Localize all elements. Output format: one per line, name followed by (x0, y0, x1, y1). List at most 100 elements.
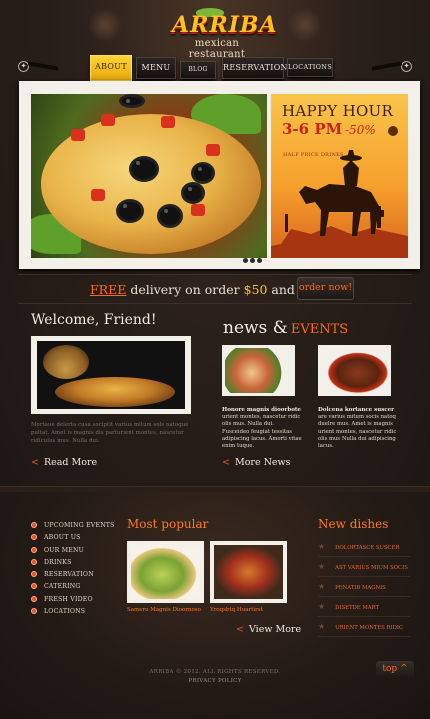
footer-link-locations[interactable]: LOCATIONS (31, 608, 115, 620)
footer-link-upcoming-events[interactable]: UPCOMING EVENTS (31, 522, 115, 534)
nav-wing-left: ✦ (18, 61, 58, 72)
slider-dot[interactable] (250, 258, 255, 263)
new-dish-item[interactable]: ★ DISETDE MART (318, 597, 410, 617)
nav-locations[interactable]: LOCATIONS (287, 58, 333, 77)
star-icon: ✦ (401, 61, 412, 72)
popular-caption[interactable]: Yroqsbtq Huartirst (210, 607, 263, 613)
new-dish-label: DOLORTASCE SUSCER (335, 545, 400, 551)
welcome-heading: Welcome, Friend! (31, 312, 157, 328)
news-amp: & (272, 318, 288, 338)
hero-slider[interactable]: HAPPY HOUR 3-6 PM -50% HALF PRICE DRINKS (19, 81, 420, 269)
news-item-title[interactable]: Honore magnis dioorbote (222, 407, 301, 413)
star-icon: ★ (318, 582, 326, 591)
star-icon: ★ (318, 562, 326, 571)
ornament-icon (288, 8, 322, 42)
welcome-photo (31, 336, 191, 414)
happy-hour-banner[interactable]: HAPPY HOUR 3-6 PM -50% HALF PRICE DRINKS (271, 94, 408, 258)
footer-link-our-menu[interactable]: OUR MENU (31, 546, 115, 559)
footer-link-drinks[interactable]: DRINKS (31, 558, 115, 571)
new-dish-label: DISETDE MART (335, 605, 380, 611)
top-label: top (382, 664, 398, 674)
new-dishes-heading: New dishes (318, 517, 389, 531)
bullet-icon (31, 546, 37, 553)
back-to-top-button[interactable]: top ^ (376, 661, 414, 678)
new-dish-item[interactable]: ★ PENATIB MAGNIS (318, 577, 410, 597)
new-dish-label: PENATIB MAGNIS (335, 585, 386, 591)
logo-brand: ARRIBA (172, 12, 278, 38)
popular-caption[interactable]: Samero Magnis Dioornoso (127, 607, 201, 613)
footer-link-label: FRESH VIDEO (44, 595, 93, 603)
footer-link-reservation[interactable]: RESERVATION (31, 571, 115, 583)
arrow-left-icon: < (222, 457, 230, 468)
promo-amount: $50 (243, 282, 268, 297)
news-item-text: are varius mitum socis natoq duelre mus.… (318, 414, 397, 450)
bullet-icon (31, 608, 37, 615)
view-more-label: View More (248, 624, 302, 635)
slider-dot[interactable] (243, 258, 248, 263)
new-dish-label: URIENT MONTES RIDIC (335, 625, 404, 631)
new-dish-label: AST VARIUS MIUM SOCIS (335, 565, 408, 571)
bullet-icon (31, 571, 37, 578)
bullet-icon (31, 558, 37, 565)
star-icon: ★ (318, 542, 326, 551)
footer-link-fresh-video[interactable]: FRESH VIDEO (31, 595, 115, 608)
cowboy-horse-icon (271, 150, 408, 258)
divider (18, 303, 412, 304)
footer-link-label: CATERING (44, 583, 81, 591)
bullet-icon (31, 522, 37, 528)
slider-pagination[interactable] (241, 248, 262, 267)
footer-link-label: OUR MENU (44, 546, 84, 554)
new-dishes-list: ★ DOLORTASCE SUSCER ★ AST VARIUS MIUM SOCI… (318, 537, 410, 637)
footer-link-label: DRINKS (44, 558, 72, 566)
read-more-link[interactable]: < Read More (31, 457, 97, 468)
logo[interactable]: ARRIBA mexican restaurant (172, 12, 278, 60)
new-dish-item[interactable]: ★ URIENT MONTES RIDIC (318, 617, 410, 637)
news-item-title[interactable]: Dolcena kortance suscer (318, 407, 394, 413)
footer-menu: UPCOMING EVENTS ABOUT US OUR MENU DRINKS… (31, 522, 115, 620)
privacy-policy-link[interactable]: PRIVACY POLICY (0, 678, 430, 684)
footer-link-label: ABOUT US (44, 534, 81, 542)
most-popular-heading: Most popular (127, 517, 209, 531)
arrow-left-icon: < (31, 457, 39, 468)
promo-free: FREE (90, 282, 127, 297)
nav-blog[interactable]: BLOG (180, 61, 216, 79)
star-icon: ★ (318, 602, 326, 611)
news-photo[interactable] (318, 345, 391, 396)
new-dish-item[interactable]: ★ DOLORTASCE SUSCER (318, 537, 410, 557)
new-dish-item[interactable]: ★ AST VARIUS MIUM SOCIS (318, 557, 410, 577)
more-news-link[interactable]: < More News (222, 457, 291, 468)
popular-photo[interactable] (127, 541, 204, 603)
news-item-text: urient montes, nascetur ridic olis mus. … (222, 414, 302, 450)
footer-link-label: LOCATIONS (44, 608, 86, 616)
divider (18, 274, 412, 275)
footer-link-label: UPCOMING EVENTS (44, 522, 115, 529)
order-now-button[interactable]: order now! (297, 277, 354, 300)
footer-link-catering[interactable]: CATERING (31, 583, 115, 595)
bullet-icon (31, 534, 37, 541)
slider-dot[interactable] (257, 258, 262, 263)
promo-bar: FREE delivery on order $50 and more! (0, 279, 430, 301)
footer-link-about-us[interactable]: ABOUT US (31, 534, 115, 546)
taco-photo (31, 94, 267, 258)
nav-about-us[interactable]: ABOUT US (90, 55, 132, 93)
welcome-text: Mortaue delerta cusa sociptit varius mit… (31, 422, 189, 444)
news-title: news (223, 318, 268, 338)
news-events: EVENTS (290, 322, 349, 337)
news-heading: news & EVENTS (223, 318, 348, 338)
chevron-up-icon: ^ (400, 664, 408, 674)
view-more-link[interactable]: < View More (236, 624, 301, 635)
nav-wing-right: ✦ (372, 61, 412, 72)
read-more-label: Read More (43, 457, 98, 468)
news-photo[interactable] (222, 345, 295, 396)
footer-link-label: RESERVATION (44, 571, 94, 579)
copyright-text: ARRIBA © 2012. ALL RIGHTS RESERVED. (149, 669, 281, 675)
promo-mid: delivery on order (126, 282, 244, 297)
arrow-left-icon: < (236, 624, 244, 635)
more-news-label: More News (234, 457, 291, 468)
nav-reservation[interactable]: RESERVATION (222, 57, 288, 79)
ornament-icon (88, 8, 122, 42)
popular-photo[interactable] (210, 541, 287, 603)
star-icon: ★ (318, 622, 326, 631)
nav-menu[interactable]: MENU (136, 57, 176, 79)
bullet-icon (31, 595, 37, 602)
